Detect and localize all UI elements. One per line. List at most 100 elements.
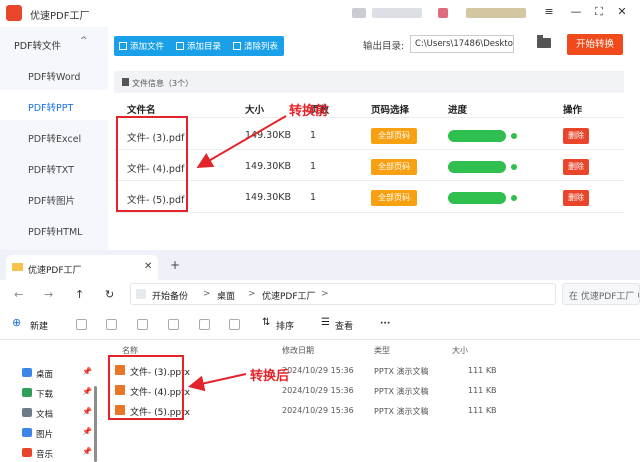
pin-icon: 📌: [82, 407, 92, 416]
pin-icon: 📌: [82, 447, 92, 456]
nav-item-music[interactable]: 音乐 📌: [22, 444, 94, 462]
annotation-label-after: 转换后: [250, 369, 290, 384]
more-button[interactable]: ···: [380, 319, 390, 329]
maximize-icon[interactable]: ⛶: [591, 4, 607, 20]
blurred-avatar: [352, 8, 366, 18]
nav-item-label: 桌面: [36, 370, 54, 380]
sort-icon: ⇅: [262, 317, 271, 328]
explorer-command-bar: ⊕ 新建 ⇅ 排序 ☰ 查看 ···: [0, 310, 640, 340]
share-icon[interactable]: [199, 319, 210, 330]
folder-icon[interactable]: [537, 35, 551, 48]
close-icon[interactable]: ✕: [144, 261, 152, 272]
delete-button[interactable]: 删除: [563, 128, 589, 144]
output-dir-label: 输出目录:: [363, 41, 405, 52]
chevron-up-icon: ^: [80, 36, 88, 46]
file-type: PPTX 演示文稿: [374, 387, 429, 396]
file-type: PPTX 演示文稿: [374, 367, 429, 376]
blurred-account: [372, 8, 422, 18]
sidebar-group-pdf-to-file[interactable]: PDF转文件 ^: [0, 27, 108, 59]
sort-button[interactable]: 排序: [276, 319, 294, 332]
converter-app-window: 优速PDF工厂 ≡ — ⛶ ✕ PDF转文件 ^ PDF转Word PDF转PP…: [0, 0, 640, 250]
breadcrumb-item[interactable]: 桌面: [217, 289, 235, 302]
column-header-date[interactable]: 修改日期: [282, 345, 314, 356]
blurred-badge: [438, 8, 448, 18]
nav-item-downloads[interactable]: 下载 📌: [22, 384, 94, 402]
sidebar-item-label: PDF转HTML: [28, 227, 83, 238]
add-file-label: 添加文件: [130, 42, 165, 52]
minimize-icon[interactable]: —: [568, 4, 584, 20]
row-size: 149.30KB: [245, 130, 291, 141]
add-folder-button[interactable]: 添加目录: [176, 40, 221, 52]
sidebar-item-pdf-to-image[interactable]: PDF转图片: [0, 183, 108, 213]
explorer-tab[interactable]: 优速PDF工厂 ✕: [6, 255, 158, 280]
page-select-button[interactable]: 全部页码: [371, 159, 417, 175]
nav-item-pictures[interactable]: 图片 📌: [22, 424, 94, 442]
up-icon[interactable]: ↑: [75, 288, 84, 301]
sidebar-item-pdf-to-txt[interactable]: PDF转TXT: [0, 152, 108, 182]
delete-button[interactable]: 删除: [563, 190, 589, 206]
column-header-size[interactable]: 大小: [452, 345, 468, 356]
forward-icon[interactable]: →: [44, 288, 53, 301]
delete-icon[interactable]: [229, 319, 240, 330]
view-button[interactable]: 查看: [335, 319, 353, 332]
row-divider: [114, 180, 624, 181]
nav-item-desktop[interactable]: 桌面 📌: [22, 364, 94, 382]
add-file-button[interactable]: 添加文件: [119, 40, 164, 52]
address-bar[interactable]: 开始备份 > 桌面 > 优速PDF工厂 >: [130, 283, 556, 305]
sidebar-item-pdf-to-excel[interactable]: PDF转Excel: [0, 121, 108, 151]
document-icon: [122, 78, 129, 86]
column-header-page-select: 页码选择: [371, 105, 410, 116]
file-date: 2024/10/29 15:36: [282, 366, 354, 375]
document-icon: [22, 408, 32, 417]
explorer-nav-pane: 桌面 📌 下载 📌 文档 📌 图片 📌 音乐 📌: [0, 340, 96, 462]
sidebar-item-label: PDF转Word: [28, 72, 81, 83]
new-button[interactable]: 新建: [30, 319, 48, 332]
copy-icon[interactable]: [106, 319, 117, 330]
chevron-right-icon: >: [203, 289, 211, 299]
add-file-icon: [119, 42, 127, 50]
sidebar-item-pdf-to-ppt[interactable]: PDF转PPT: [0, 90, 108, 120]
sidebar-item-pdf-to-html[interactable]: PDF转HTML: [0, 214, 108, 244]
rename-icon[interactable]: [168, 319, 179, 330]
sidebar-item-label: PDF转Excel: [28, 134, 82, 145]
breadcrumb-item[interactable]: 开始备份: [152, 289, 188, 302]
chevron-right-icon: >: [248, 289, 256, 299]
music-icon: [22, 448, 32, 457]
row-pages: 1: [310, 192, 317, 203]
refresh-icon[interactable]: ↻: [105, 288, 114, 301]
pin-icon: 📌: [82, 427, 92, 436]
cut-icon[interactable]: [76, 319, 87, 330]
trash-icon: [233, 42, 241, 50]
nav-item-label: 音乐: [36, 450, 54, 460]
sidebar-item-pdf-to-word[interactable]: PDF转Word: [0, 59, 108, 89]
new-tab-button[interactable]: +: [170, 258, 180, 272]
start-convert-button[interactable]: 开始转换: [567, 34, 623, 55]
plus-icon: ⊕: [12, 316, 22, 329]
row-pages: 1: [310, 130, 317, 141]
row-size: 149.30KB: [245, 161, 291, 172]
clear-list-button[interactable]: 清除列表: [233, 40, 278, 52]
file-type: PPTX 演示文稿: [374, 407, 429, 416]
sidebar-group-label: PDF转文件: [14, 41, 62, 52]
nav-item-documents[interactable]: 文档 📌: [22, 404, 94, 422]
delete-button[interactable]: 删除: [563, 159, 589, 175]
explorer-tab-strip: 优速PDF工厂 ✕ +: [0, 250, 640, 280]
paste-icon[interactable]: [137, 319, 148, 330]
progress-bar: [448, 192, 506, 204]
annotation-box-before: [116, 116, 188, 212]
menu-icon[interactable]: ≡: [541, 4, 557, 20]
page-select-button[interactable]: 全部页码: [371, 190, 417, 206]
breadcrumb-item[interactable]: 优速PDF工厂: [262, 289, 316, 302]
column-header-progress: 进度: [448, 105, 468, 116]
search-input[interactable]: 在 优速PDF工厂 中: [562, 283, 640, 305]
row-divider: [114, 117, 624, 118]
app-title: 优速PDF工厂: [30, 11, 90, 22]
output-dir-input[interactable]: C:\Users\17486\Deskto: [410, 35, 514, 53]
page-select-button[interactable]: 全部页码: [371, 128, 417, 144]
row-divider: [114, 212, 624, 213]
nav-pane-scrollbar[interactable]: [94, 386, 97, 462]
back-icon[interactable]: ←: [14, 288, 23, 301]
close-icon[interactable]: ✕: [614, 4, 630, 20]
chevron-right-icon: >: [321, 289, 329, 299]
column-header-type[interactable]: 类型: [374, 345, 390, 356]
